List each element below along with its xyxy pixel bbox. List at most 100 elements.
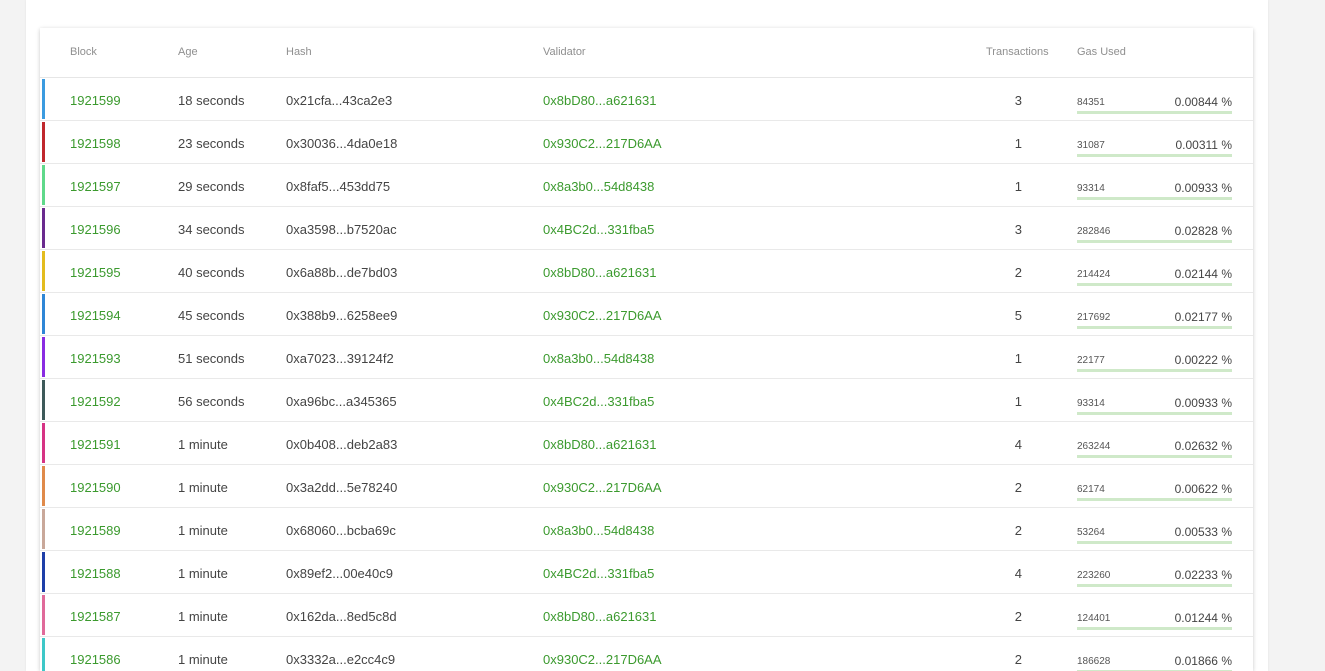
gas-used-cell: 124401 0.01244 % [1077,610,1232,630]
table-row: 1921596 34 seconds 0xa3598...b7520ac 0x4BC2… [40,207,1253,250]
row-color-stripe [42,79,45,119]
validator-link[interactable]: 0x930C2...217D6AA [543,652,662,667]
validator-link[interactable]: 0x930C2...217D6AA [543,308,662,323]
gas-percent-symbol: % [1217,267,1232,281]
block-hash: 0xa3598...b7520ac [286,222,397,237]
block-number-link[interactable]: 1921593 [70,351,121,366]
block-hash: 0xa7023...39124f2 [286,351,394,366]
validator-link[interactable]: 0x8bD80...a621631 [543,265,656,280]
gas-used-value: 31087 [1077,140,1105,151]
block-number-link[interactable]: 1921595 [70,265,121,280]
transactions-count: 5 [1014,308,1022,323]
block-number-link[interactable]: 1921598 [70,136,121,151]
gas-percent-symbol: % [1217,310,1232,324]
gas-used-value: 214424 [1077,269,1111,280]
gas-used-cell: 282846 0.02828 % [1077,223,1232,243]
gas-used-cell: 217692 0.02177 % [1077,309,1232,329]
gas-used-percent: 0.02144 % [1175,267,1232,281]
gas-used-percent: 0.01244 % [1175,611,1232,625]
block-number-link[interactable]: 1921597 [70,179,121,194]
transactions-count: 2 [1014,609,1022,624]
gas-percent-symbol: % [1217,439,1232,453]
validator-link[interactable]: 0x930C2...217D6AA [543,136,662,151]
transactions-count: 1 [1014,179,1022,194]
gas-percent-value: 0.02632 [1174,439,1218,453]
gas-usage-bar [1077,627,1232,630]
gas-used-value: 84351 [1077,97,1105,108]
gas-usage-bar [1077,111,1232,114]
block-number-link[interactable]: 1921599 [70,93,121,108]
block-age: 56 seconds [178,394,245,409]
gas-percent-symbol: % [1217,181,1232,195]
gas-used-percent: 0.00222 % [1175,353,1232,367]
validator-link[interactable]: 0x4BC2d...331fba5 [543,566,654,581]
table-row: 1921587 1 minute 0x162da...8ed5c8d 0x8bD80.… [40,594,1253,637]
gas-used-percent: 0.02828 % [1175,224,1232,238]
block-hash: 0x8faf5...453dd75 [286,179,391,194]
block-number-link[interactable]: 1921588 [70,566,121,581]
table-row: 1921591 1 minute 0x0b408...deb2a83 0x8bD80.… [40,422,1253,465]
gas-used-percent: 0.02177 % [1175,310,1232,324]
table-row: 1921595 40 seconds 0x6a88b...de7bd03 0x8bD8… [40,250,1253,293]
gas-usage-bar [1077,283,1232,286]
validator-link[interactable]: 0x4BC2d...331fba5 [543,394,654,409]
validator-link[interactable]: 0x8a3b0...54d8438 [543,523,654,538]
row-color-stripe [42,294,45,334]
gas-used-cell: 186628 0.01866 % [1077,653,1232,671]
gas-usage-bar [1077,584,1232,587]
gas-percent-value: 0.00844 [1174,95,1218,109]
row-color-stripe [42,595,45,635]
header-validator: Validator [543,46,586,58]
table-row: 1921589 1 minute 0x68060...bcba69c 0x8a3b0.… [40,508,1253,551]
gas-used-value: 62174 [1077,484,1105,495]
block-hash: 0x89ef2...00e40c9 [286,566,393,581]
block-number-link[interactable]: 1921592 [70,394,121,409]
gas-used-value: 124401 [1077,613,1111,624]
block-number-link[interactable]: 1921586 [70,652,121,667]
block-hash: 0x6a88b...de7bd03 [286,265,398,280]
block-number-link[interactable]: 1921594 [70,308,121,323]
gas-percent-symbol: % [1217,568,1232,582]
table-row: 1921592 56 seconds 0xa96bc...a345365 0x4BC2… [40,379,1253,422]
table-row: 1921593 51 seconds 0xa7023...39124f2 0x8a3b… [40,336,1253,379]
gas-used-cell: 31087 0.00311 % [1077,137,1232,157]
block-number-link[interactable]: 1921591 [70,437,121,452]
block-number-link[interactable]: 1921589 [70,523,121,538]
transactions-count: 4 [1014,437,1022,452]
transactions-count: 1 [1014,136,1022,151]
block-hash: 0x68060...bcba69c [286,523,396,538]
validator-link[interactable]: 0x4BC2d...331fba5 [543,222,654,237]
gas-used-value: 217692 [1077,312,1111,323]
gas-used-cell: 93314 0.00933 % [1077,395,1232,415]
gas-usage-bar [1077,412,1232,415]
transactions-count: 1 [1014,394,1022,409]
validator-link[interactable]: 0x930C2...217D6AA [543,480,662,495]
row-color-stripe [42,165,45,205]
gas-percent-value: 0.02177 [1174,310,1218,324]
block-age: 1 minute [178,652,228,667]
row-color-stripe [42,251,45,291]
block-number-link[interactable]: 1921587 [70,609,121,624]
gas-percent-symbol: % [1217,353,1232,367]
row-color-stripe [42,208,45,248]
transactions-count: 2 [1014,523,1022,538]
validator-link[interactable]: 0x8a3b0...54d8438 [543,351,654,366]
transactions-count: 3 [1014,93,1022,108]
block-hash: 0x3a2dd...5e78240 [286,480,398,495]
row-color-stripe [42,509,45,549]
gas-used-value: 22177 [1077,355,1105,366]
gas-used-percent: 0.00933 % [1175,181,1232,195]
block-number-link[interactable]: 1921596 [70,222,121,237]
block-number-link[interactable]: 1921590 [70,480,121,495]
row-color-stripe [42,638,45,671]
gas-used-value: 93314 [1077,398,1105,409]
gas-usage-bar [1077,154,1232,157]
gas-usage-bar [1077,498,1232,501]
validator-link[interactable]: 0x8bD80...a621631 [543,93,656,108]
table-row: 1921598 23 seconds 0x30036...4da0e18 0x930C… [40,121,1253,164]
block-hash: 0x30036...4da0e18 [286,136,398,151]
validator-link[interactable]: 0x8bD80...a621631 [543,609,656,624]
gas-percent-symbol: % [1217,611,1232,625]
validator-link[interactable]: 0x8bD80...a621631 [543,437,656,452]
validator-link[interactable]: 0x8a3b0...54d8438 [543,179,654,194]
